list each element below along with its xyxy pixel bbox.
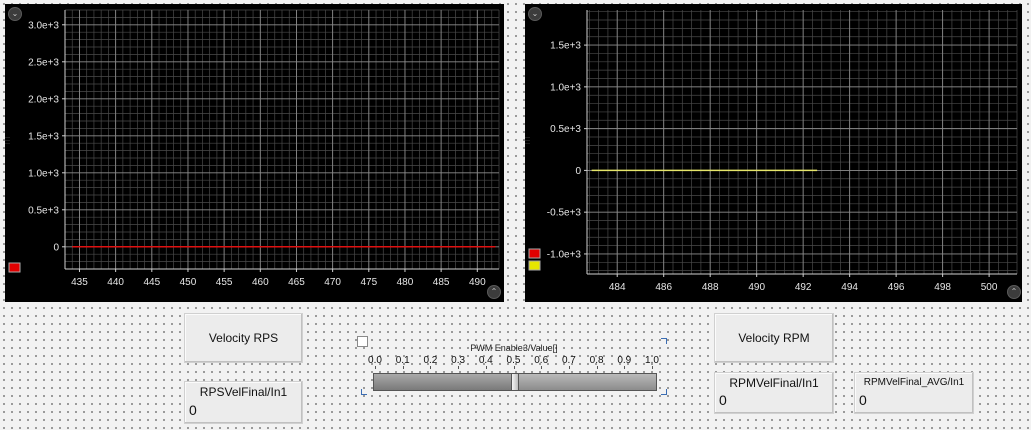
plot-menu-icon[interactable]: ⌄ [528, 7, 542, 21]
pwm-slider-rest [519, 374, 656, 390]
x-tick-label: 498 [934, 282, 951, 293]
plot-side-handle-icon[interactable] [525, 137, 530, 145]
pwm-slider-fill [374, 374, 512, 390]
y-tick-label: 1.0e+3 [550, 82, 581, 93]
x-tick-label: 435 [71, 277, 88, 288]
x-tick-label: 490 [469, 277, 486, 288]
x-tick-label: 445 [143, 277, 160, 288]
x-tick-label: 475 [360, 277, 377, 288]
slider-tick-label: 0.1 [395, 355, 410, 366]
rpm-plot-canvas: 1.5e+3 1.0e+3 0.5e+3 0 -0.5e+3 -1.0e+3 484 486 4… [528, 10, 1018, 293]
rps-plot-canvas: 3.0e+3 2.5e+3 2.0e+3 1.5e+3 1.0e+3 0.5e+3 0 435… [8, 9, 500, 288]
x-tick-label: 486 [655, 282, 672, 293]
y-tick-label: 0 [53, 242, 59, 253]
pwm-slider[interactable]: PWM Enable3/Value[] 0.0 0.1 0.2 0.3 0.4 0.5 0.… [361, 338, 667, 395]
legend-swatch[interactable] [8, 262, 21, 273]
slider-tick-mark [541, 366, 543, 369]
velocity-rpm-button[interactable]: Velocity RPM [714, 313, 834, 363]
slider-tick-label: 0.9 [617, 355, 632, 366]
slider-tick-mark [430, 366, 432, 369]
y-tick-label: 1.5e+3 [28, 131, 59, 142]
rps-display-value: 0 [189, 402, 197, 418]
velocity-rps-label: Velocity RPS [208, 331, 279, 345]
rpm-avg-display-label: RPMVelFinal_AVG/In1 [863, 377, 965, 388]
y-tick-label: 0.5e+3 [550, 124, 581, 135]
y-tick-label: -0.5e+3 [547, 208, 582, 219]
slider-tick-label: 0.7 [561, 355, 576, 366]
x-tick-label: 500 [981, 282, 998, 293]
pwm-slider-scale: 0.0 0.1 0.2 0.3 0.4 0.5 0.6 0.7 0.8 0.9 1.0 [368, 355, 659, 369]
x-tick-label: 484 [609, 282, 626, 293]
slider-tick-label: 0.5 [506, 355, 521, 366]
slider-tick-mark [485, 366, 487, 369]
x-tick-label: 440 [107, 277, 124, 288]
pwm-slider-track[interactable] [373, 373, 657, 391]
rpm-display-value: 0 [719, 392, 727, 408]
y-tick-label: 1.0e+3 [28, 168, 59, 179]
pwm-slider-title: PWM Enable3/Value[] [470, 343, 558, 353]
slider-tick-mark [624, 366, 626, 369]
x-tick-label: 494 [841, 282, 858, 293]
slider-tick-label: 0.0 [368, 355, 382, 366]
y-tick-label: 2.5e+3 [28, 57, 59, 68]
plot-side-handle-icon[interactable] [5, 137, 10, 145]
slider-tick-mark [596, 366, 598, 369]
slider-tick-label: 0.3 [451, 355, 466, 366]
legend-swatch[interactable] [528, 248, 541, 259]
rpm-avg-display-value: 0 [859, 392, 867, 408]
slider-tick-label: 1.0 [645, 355, 659, 366]
y-tick-label: 1.5e+3 [550, 41, 581, 52]
slider-tick-label: 0.2 [423, 355, 438, 366]
slider-tick-mark [458, 366, 460, 369]
y-tick-label: 2.0e+3 [28, 94, 59, 105]
slider-tick-mark [375, 366, 376, 369]
x-tick-label: 455 [216, 277, 233, 288]
slider-tick-mark [402, 366, 404, 369]
plot-menu-icon[interactable]: ⌄ [8, 7, 22, 21]
grid [64, 9, 500, 270]
y-tick-label: 0 [575, 166, 581, 177]
velocity-rpm-label: Velocity RPM [738, 331, 810, 345]
rpm-plot[interactable]: 1.5e+3 1.0e+3 0.5e+3 0 -0.5e+3 -1.0e+3 484 486 4… [525, 4, 1022, 302]
x-tick-label: 485 [433, 277, 450, 288]
rpm-display-label: RPMVelFinal/In1 [729, 376, 819, 390]
rpm-avg-display: RPMVelFinal_AVG/In1 0 [854, 372, 974, 414]
rps-plot[interactable]: 3.0e+3 2.5e+3 2.0e+3 1.5e+3 1.0e+3 0.5e+3 0 435… [5, 4, 504, 302]
slider-tick-label: 0.6 [534, 355, 549, 366]
rps-display: RPSVelFinal/In1 0 [184, 381, 303, 424]
x-tick-label: 465 [288, 277, 305, 288]
x-tick-label: 460 [252, 277, 269, 288]
pwm-slider-thumb[interactable] [511, 373, 519, 391]
plot-scroll-up-icon[interactable]: ⌃ [487, 285, 501, 299]
x-tick-label: 488 [702, 282, 719, 293]
slider-tick-mark [568, 366, 570, 369]
plot-scroll-up-icon[interactable]: ⌃ [1007, 285, 1021, 299]
slider-tick-mark [513, 366, 515, 369]
y-tick-label: -1.0e+3 [547, 249, 582, 260]
x-tick-label: 490 [748, 282, 765, 293]
velocity-rps-button[interactable]: Velocity RPS [184, 313, 303, 363]
slider-tick-label: 0.4 [478, 355, 493, 366]
slider-tick-mark [652, 366, 653, 369]
x-tick-label: 450 [180, 277, 197, 288]
x-tick-label: 480 [397, 277, 414, 288]
rpm-display: RPMVelFinal/In1 0 [714, 372, 834, 414]
slider-tick-label: 0.8 [589, 355, 604, 366]
y-tick-label: 0.5e+3 [28, 205, 59, 216]
grid [587, 10, 1018, 274]
y-tick-label: 3.0e+3 [28, 20, 59, 31]
rps-display-label: RPSVelFinal/In1 [199, 385, 288, 399]
x-tick-label: 470 [324, 277, 341, 288]
x-tick-label: 492 [795, 282, 812, 293]
x-tick-label: 496 [888, 282, 905, 293]
legend-swatch[interactable] [528, 260, 541, 271]
